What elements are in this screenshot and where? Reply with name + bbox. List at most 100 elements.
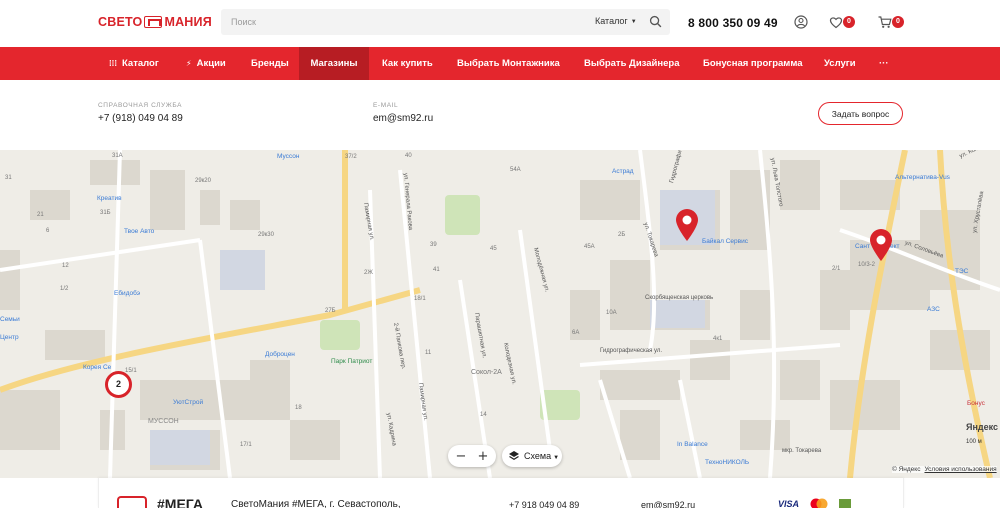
- house-number: 54А: [510, 167, 521, 173]
- nav-item-label: Каталог: [122, 58, 159, 69]
- mastercard-icon: [810, 498, 828, 508]
- house-number: 41: [433, 267, 440, 273]
- house-number: 10А: [606, 310, 617, 316]
- nav-item-label: Акции: [196, 58, 226, 69]
- store-brand-tag: #МЕГА: [157, 496, 203, 508]
- nav-item-bonus[interactable]: Бонусная программа: [703, 47, 803, 80]
- nav-item-designer[interactable]: Выбрать Дизайнера: [584, 47, 680, 80]
- street-label: Гидрографическая ул.: [600, 348, 663, 354]
- poi-label[interactable]: In Balance: [677, 441, 708, 448]
- house-number: 12: [62, 263, 69, 269]
- map-layer-label: Схема: [524, 451, 552, 461]
- house-number: 10/3-2: [858, 262, 876, 268]
- nav-item-catalog[interactable]: ⁞⁞⁞ Каталог: [109, 47, 159, 80]
- header-phone[interactable]: 8 800 350 09 49: [688, 16, 778, 30]
- poi-label[interactable]: УютСтрой: [173, 399, 203, 406]
- logo-text-left: СВЕТО: [98, 15, 143, 29]
- mir-icon: [839, 499, 851, 508]
- store-cluster[interactable]: 2: [105, 371, 132, 398]
- lightning-icon: ⚡: [186, 59, 192, 68]
- house-number: 2Б: [618, 232, 626, 238]
- visa-icon: VISA: [778, 499, 800, 508]
- nav-item-stores[interactable]: Магазины: [299, 47, 369, 80]
- house-number: 39: [430, 242, 437, 248]
- poi-label: Сокол-2А: [471, 369, 502, 376]
- search-category-select[interactable]: Каталог ▼: [595, 16, 637, 26]
- nav-item-installer[interactable]: Выбрать Монтажника: [457, 47, 560, 80]
- map-canvas[interactable]: [0, 150, 1000, 478]
- house-number: 31: [5, 175, 12, 181]
- search-bar: Каталог▼: [221, 9, 670, 35]
- yandex-logo[interactable]: Яндекс: [966, 422, 998, 432]
- map-layer-button[interactable]: Схема ▼: [502, 445, 562, 467]
- logo-text-right: МАНИЯ: [164, 15, 212, 29]
- poi-label[interactable]: Доброцен: [265, 351, 295, 358]
- poi-label[interactable]: Альтернатива-Vus: [895, 174, 950, 181]
- nav-item-brands[interactable]: Бренды: [251, 47, 289, 80]
- store-logo-icon: [117, 496, 147, 508]
- poi-label[interactable]: Креатив: [97, 195, 122, 202]
- poi-label[interactable]: Центр: [0, 334, 19, 341]
- house-number: 29к30: [258, 232, 274, 238]
- grid-icon: ⁞⁞⁞: [109, 59, 117, 68]
- map-scale: 100 м: [966, 439, 982, 445]
- poi-label[interactable]: АЗС: [927, 306, 940, 313]
- poi-label[interactable]: Семьи: [0, 316, 20, 323]
- search-icon[interactable]: [649, 15, 662, 28]
- store-map[interactable]: Гидрографическая ул. Гидрографическая ул…: [0, 150, 1000, 478]
- zoom-out-button[interactable]: −: [449, 445, 473, 467]
- copyright-text: © Яндекс: [892, 466, 921, 473]
- zoom-in-button[interactable]: +: [471, 445, 495, 467]
- store-pin-icon[interactable]: [674, 208, 700, 242]
- poi-label[interactable]: Корея Се: [83, 364, 111, 371]
- poi-label[interactable]: Астрад: [612, 168, 634, 175]
- house-number: 2/1: [832, 266, 841, 272]
- house-number: 2Ж: [364, 270, 373, 276]
- user-icon[interactable]: [793, 14, 809, 30]
- logo[interactable]: СВЕТО МАНИЯ: [98, 14, 212, 30]
- zoom-control: − +: [448, 445, 496, 467]
- poi-label[interactable]: Муссон: [277, 153, 299, 160]
- poi-label[interactable]: Бонус: [967, 400, 985, 407]
- store-email[interactable]: em@sm92.ru: [641, 500, 695, 508]
- poi-label[interactable]: ТехноНИКОЛЬ: [705, 459, 749, 466]
- house-number: 40: [405, 153, 412, 159]
- house-number: 18: [295, 405, 302, 411]
- house-number: 31Б: [100, 210, 111, 216]
- favorites-badge: 0: [843, 16, 855, 28]
- house-number: 6: [46, 228, 50, 234]
- support-label: Справочная служба: [98, 102, 183, 109]
- house-number: 4к1: [713, 336, 723, 342]
- house-number: 17/1: [240, 442, 252, 448]
- search-input[interactable]: [231, 13, 571, 31]
- map-copyright: © Яндекс Условия использования: [892, 466, 997, 473]
- house-number: 27Б: [325, 308, 336, 314]
- caret-down-icon: ▼: [553, 455, 560, 461]
- store-pin-icon[interactable]: [868, 228, 894, 262]
- email-link[interactable]: em@sm92.ru: [373, 113, 433, 124]
- house-number: 45: [490, 246, 497, 252]
- house-number: 45А: [584, 244, 595, 250]
- poi-label[interactable]: Твое Авто: [124, 228, 154, 235]
- heart-icon[interactable]: [828, 14, 844, 30]
- nav-item-sales[interactable]: ⚡ Акции: [186, 47, 226, 80]
- poi-label[interactable]: Ебидобэ: [114, 290, 140, 297]
- support-phone[interactable]: +7 (918) 049 04 89: [98, 113, 183, 124]
- poi-label[interactable]: Байкал Сервис: [702, 238, 748, 245]
- store-phone[interactable]: +7 918 049 04 89: [509, 500, 579, 508]
- caret-down-icon: ▼: [630, 19, 637, 25]
- nav-item-more[interactable]: ···: [879, 47, 889, 80]
- ask-question-button[interactable]: Задать вопрос: [818, 102, 903, 125]
- cart-icon[interactable]: [877, 14, 893, 30]
- layers-icon: [509, 451, 519, 461]
- nav-item-how-to-buy[interactable]: Как купить: [382, 47, 433, 80]
- street-label: мкр. Токарева: [782, 448, 822, 454]
- poi-label[interactable]: Парк Патриот: [331, 358, 372, 365]
- logo-mark-icon: [144, 16, 163, 28]
- terms-link[interactable]: Условия использования: [924, 466, 996, 473]
- poi-label[interactable]: ТЭС: [955, 268, 968, 275]
- house-number: 1/2: [60, 286, 69, 292]
- store-card[interactable]: #МЕГА СветоМания #МЕГА, г. Севастополь, …: [98, 478, 904, 508]
- nav-item-services[interactable]: Услуги: [824, 47, 856, 80]
- house-number: 14: [480, 412, 487, 418]
